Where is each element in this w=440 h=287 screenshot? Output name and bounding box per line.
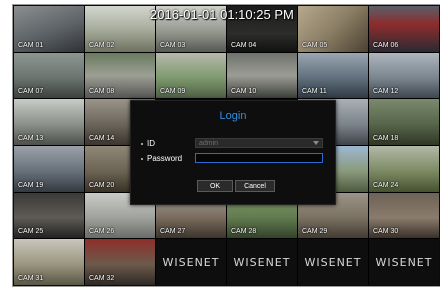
bullet-icon <box>141 157 143 160</box>
camera-tile[interactable]: CAM 25 <box>14 192 84 239</box>
camera-tile[interactable]: CAM 01 <box>14 6 84 52</box>
camera-label: CAM 30 <box>373 228 399 236</box>
camera-label: CAM 18 <box>373 135 399 142</box>
camera-tile[interactable]: CAM 10 <box>227 52 297 99</box>
password-row: Password <box>141 153 182 164</box>
camera-tile[interactable]: CAM 32 <box>85 239 155 285</box>
wisenet-logo-tile: WISENET <box>227 239 297 285</box>
camera-tile[interactable]: CAM 30 <box>369 192 439 239</box>
camera-label: CAM 19 <box>18 181 44 189</box>
camera-label: CAM 24 <box>373 181 399 189</box>
id-label: ID <box>147 139 155 148</box>
camera-label: CAM 08 <box>89 88 115 96</box>
login-title: Login <box>219 110 247 122</box>
camera-tile[interactable]: CAM 09 <box>156 52 226 99</box>
id-row: ID <box>141 138 155 149</box>
wisenet-logo-tile: WISENET <box>298 239 368 285</box>
camera-label: CAM 26 <box>89 228 115 236</box>
camera-label: CAM 20 <box>89 181 115 189</box>
bullet-icon <box>141 142 143 145</box>
camera-tile[interactable]: CAM 07 <box>14 52 84 99</box>
camera-label: CAM 29 <box>302 228 328 236</box>
chevron-down-icon <box>313 141 319 145</box>
wisenet-logo: WISENET <box>304 255 362 269</box>
camera-label: CAM 28 <box>231 228 257 236</box>
camera-label: CAM 13 <box>18 135 44 142</box>
camera-label: CAM 02 <box>89 41 115 49</box>
camera-label: CAM 14 <box>89 135 115 142</box>
camera-label: CAM 11 <box>302 88 327 96</box>
camera-label: CAM 31 <box>18 275 44 282</box>
camera-tile[interactable]: CAM 13 <box>14 99 84 145</box>
camera-tile[interactable]: CAM 24 <box>369 146 439 192</box>
id-select[interactable]: admin <box>195 138 323 148</box>
camera-tile[interactable]: CAM 06 <box>369 6 439 52</box>
password-input[interactable] <box>195 153 323 163</box>
camera-tile[interactable]: CAM 02 <box>85 6 155 52</box>
camera-label: CAM 10 <box>231 88 257 96</box>
camera-label: CAM 12 <box>373 88 399 96</box>
camera-tile[interactable]: CAM 18 <box>369 99 439 145</box>
camera-label: CAM 06 <box>373 41 399 49</box>
datetime-overlay: 2016-01-01 01:10:25 PM <box>150 7 294 22</box>
id-value: admin <box>199 140 219 147</box>
camera-tile[interactable]: CAM 31 <box>14 239 84 285</box>
camera-label: CAM 09 <box>160 88 186 96</box>
camera-tile[interactable]: CAM 08 <box>85 52 155 99</box>
wisenet-logo: WISENET <box>375 255 433 269</box>
camera-tile[interactable]: CAM 12 <box>369 52 439 99</box>
password-label: Password <box>147 154 183 163</box>
cancel-button[interactable]: Cancel <box>235 180 275 192</box>
camera-label: CAM 04 <box>231 41 257 49</box>
login-dialog: Login ID admin Password OK Cancel <box>130 100 336 205</box>
camera-label: CAM 25 <box>18 228 44 236</box>
camera-tile[interactable]: CAM 05 <box>298 6 368 52</box>
camera-tile[interactable]: CAM 19 <box>14 146 84 192</box>
camera-label: CAM 07 <box>18 88 44 96</box>
wisenet-logo-tile: WISENET <box>156 239 226 285</box>
camera-tile[interactable]: CAM 11 <box>298 52 368 99</box>
camera-label: CAM 05 <box>302 41 328 49</box>
ok-button[interactable]: OK <box>197 180 233 192</box>
camera-label: CAM 03 <box>160 41 186 49</box>
wisenet-logo: WISENET <box>162 255 220 269</box>
wisenet-logo-tile: WISENET <box>369 239 439 285</box>
wisenet-logo: WISENET <box>233 255 291 269</box>
camera-label: CAM 01 <box>18 41 44 49</box>
camera-label: CAM 32 <box>89 275 115 282</box>
camera-label: CAM 27 <box>160 228 186 236</box>
